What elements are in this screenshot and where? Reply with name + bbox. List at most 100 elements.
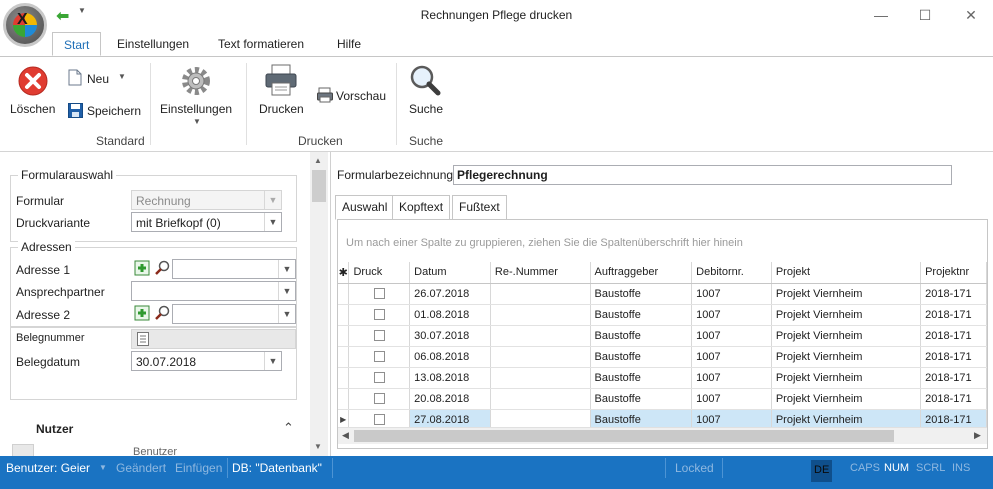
druck-checkbox[interactable] bbox=[373, 372, 385, 384]
druck-checkbox[interactable] bbox=[373, 414, 385, 426]
vorschau-button[interactable]: Vorschau bbox=[336, 89, 386, 103]
datum-cell[interactable]: 30.07.2018 bbox=[409, 325, 491, 347]
speichern-button[interactable]: Speichern bbox=[87, 104, 141, 118]
projekt-cell[interactable]: Projekt Viernheim bbox=[771, 367, 922, 389]
chevron-down-icon[interactable]: ▼ bbox=[264, 352, 281, 370]
debitornr-cell[interactable]: 1007 bbox=[691, 388, 772, 410]
auftraggeber-cell[interactable]: Baustoffe bbox=[590, 346, 693, 368]
collapse-chevron-up-icon[interactable]: ⌃ bbox=[283, 420, 294, 436]
drucken-button[interactable] bbox=[264, 64, 298, 96]
column-header-re-nummer[interactable]: Re-.Nummer bbox=[490, 262, 591, 284]
new-row-asterisk-icon[interactable]: ✱ bbox=[338, 262, 350, 284]
column-header-debitornr[interactable]: Debitornr. bbox=[691, 262, 772, 284]
scrollbar-thumb[interactable] bbox=[354, 430, 894, 442]
left-panel-scrollbar[interactable]: ▲ ▼ bbox=[310, 152, 328, 456]
minimize-button[interactable]: — bbox=[866, 4, 896, 26]
tab-fusstext[interactable]: Fußtext bbox=[452, 195, 507, 220]
scroll-up-arrow-icon[interactable]: ▲ bbox=[314, 156, 322, 165]
save-icon[interactable] bbox=[68, 103, 83, 118]
einstellungen-button[interactable] bbox=[180, 65, 212, 97]
formularbezeichnung-input[interactable]: Pflegerechnung bbox=[453, 165, 952, 185]
debitornr-cell[interactable]: 1007 bbox=[691, 346, 772, 368]
column-header-projekt[interactable]: Projekt bbox=[771, 262, 922, 284]
adresse1-select[interactable]: ▼ bbox=[172, 259, 296, 279]
column-header-datum[interactable]: Datum bbox=[409, 262, 491, 284]
suche-button[interactable] bbox=[409, 64, 441, 96]
projektnr-cell[interactable]: 2018-171 bbox=[920, 304, 987, 326]
debitornr-cell[interactable]: 1007 bbox=[691, 367, 772, 389]
scroll-right-arrow-icon[interactable]: ▶ bbox=[974, 430, 981, 441]
re-nummer-cell[interactable] bbox=[490, 325, 591, 347]
table-row[interactable]: 01.08.2018 Baustoffe 1007 Projekt Viernheim… bbox=[338, 304, 987, 326]
projektnr-cell[interactable]: 2018-171 bbox=[920, 346, 987, 368]
datum-cell[interactable]: 20.08.2018 bbox=[409, 388, 491, 410]
adresse2-select[interactable]: ▼ bbox=[172, 304, 296, 324]
group-panel-hint[interactable]: Um nach einer Spalte zu gruppieren, zieh… bbox=[346, 237, 743, 249]
einstellungen-label[interactable]: Einstellungen bbox=[160, 102, 232, 116]
druck-checkbox[interactable] bbox=[373, 309, 385, 321]
table-row[interactable]: 26.07.2018 Baustoffe 1007 Projekt Viernheim… bbox=[338, 283, 987, 305]
app-logo-icon[interactable]: X bbox=[3, 3, 47, 47]
projektnr-cell[interactable]: 2018-171 bbox=[920, 325, 987, 347]
projekt-cell[interactable]: Projekt Viernheim bbox=[771, 283, 922, 305]
table-row[interactable]: 06.08.2018 Baustoffe 1007 Projekt Viernheim… bbox=[338, 346, 987, 368]
datum-cell[interactable]: 13.08.2018 bbox=[409, 367, 491, 389]
druck-checkbox[interactable] bbox=[373, 330, 385, 342]
re-nummer-cell[interactable] bbox=[490, 346, 591, 368]
auftraggeber-cell[interactable]: Baustoffe bbox=[590, 388, 693, 410]
datum-cell[interactable]: 06.08.2018 bbox=[409, 346, 491, 368]
re-nummer-cell[interactable] bbox=[490, 304, 591, 326]
loeschen-button[interactable] bbox=[17, 65, 49, 97]
debitornr-cell[interactable]: 1007 bbox=[691, 283, 772, 305]
belegdatum-field[interactable]: 30.07.2018 ▼ bbox=[131, 351, 282, 371]
projektnr-cell[interactable]: 2018-171 bbox=[920, 367, 987, 389]
grid-horizontal-scrollbar[interactable]: ◀ ▶ bbox=[338, 427, 987, 444]
tab-start[interactable]: Start bbox=[52, 32, 102, 56]
scrollbar-thumb[interactable] bbox=[312, 170, 326, 202]
re-nummer-cell[interactable] bbox=[490, 367, 591, 389]
number-list-icon[interactable] bbox=[137, 332, 149, 349]
projektnr-cell[interactable]: 2018-171 bbox=[920, 388, 987, 410]
tab-text-formatieren[interactable]: Text formatieren bbox=[207, 32, 315, 56]
column-header-auftraggeber[interactable]: Auftraggeber bbox=[590, 262, 693, 284]
neu-button[interactable]: Neu bbox=[87, 72, 109, 86]
chevron-down-icon[interactable]: ▼ bbox=[264, 213, 281, 231]
print-preview-icon[interactable] bbox=[317, 87, 333, 103]
benutzer-dropdown-icon[interactable]: ▼ bbox=[99, 456, 107, 480]
druck-checkbox[interactable] bbox=[373, 288, 385, 300]
close-button[interactable]: ✕ bbox=[956, 4, 986, 26]
maximize-button[interactable]: ☐ bbox=[910, 4, 940, 26]
add-address1-icon[interactable] bbox=[133, 260, 151, 278]
scroll-down-arrow-icon[interactable]: ▼ bbox=[314, 442, 322, 451]
einstellungen-dropdown-icon[interactable]: ▼ bbox=[193, 117, 201, 126]
chevron-down-icon[interactable]: ▼ bbox=[278, 305, 295, 323]
neu-dropdown-icon[interactable]: ▼ bbox=[118, 72, 126, 81]
tab-auswahl[interactable]: Auswahl bbox=[335, 195, 395, 220]
ansprechpartner-select[interactable]: ▼ bbox=[131, 281, 296, 301]
auftraggeber-cell[interactable]: Baustoffe bbox=[590, 283, 693, 305]
search-address1-icon[interactable] bbox=[153, 260, 171, 278]
table-row[interactable]: 30.07.2018 Baustoffe 1007 Projekt Viernheim… bbox=[338, 325, 987, 347]
scroll-left-arrow-icon[interactable]: ◀ bbox=[342, 430, 349, 441]
datum-cell[interactable]: 01.08.2018 bbox=[409, 304, 491, 326]
nutzer-header[interactable]: Nutzer bbox=[36, 422, 73, 436]
debitornr-cell[interactable]: 1007 bbox=[691, 304, 772, 326]
loeschen-label[interactable]: Löschen bbox=[10, 102, 55, 116]
re-nummer-cell[interactable] bbox=[490, 388, 591, 410]
druckvariante-select[interactable]: mit Briefkopf (0) ▼ bbox=[131, 212, 282, 232]
tab-hilfe[interactable]: Hilfe bbox=[326, 32, 372, 56]
chevron-down-icon[interactable]: ▼ bbox=[278, 282, 295, 300]
tab-kopftext[interactable]: Kopftext bbox=[392, 195, 451, 220]
debitornr-cell[interactable]: 1007 bbox=[691, 325, 772, 347]
auftraggeber-cell[interactable]: Baustoffe bbox=[590, 304, 693, 326]
projekt-cell[interactable]: Projekt Viernheim bbox=[771, 346, 922, 368]
suche-label[interactable]: Suche bbox=[409, 102, 443, 116]
add-address2-icon[interactable] bbox=[133, 305, 151, 323]
table-row[interactable]: 13.08.2018 Baustoffe 1007 Projekt Viernheim… bbox=[338, 367, 987, 389]
auftraggeber-cell[interactable]: Baustoffe bbox=[590, 367, 693, 389]
column-header-projektnr[interactable]: Projektnr bbox=[920, 262, 987, 284]
search-address2-icon[interactable] bbox=[153, 305, 171, 323]
datum-cell[interactable]: 26.07.2018 bbox=[409, 283, 491, 305]
table-row[interactable]: 20.08.2018 Baustoffe 1007 Projekt Viernheim… bbox=[338, 388, 987, 410]
tab-einstellungen[interactable]: Einstellungen bbox=[106, 32, 200, 56]
